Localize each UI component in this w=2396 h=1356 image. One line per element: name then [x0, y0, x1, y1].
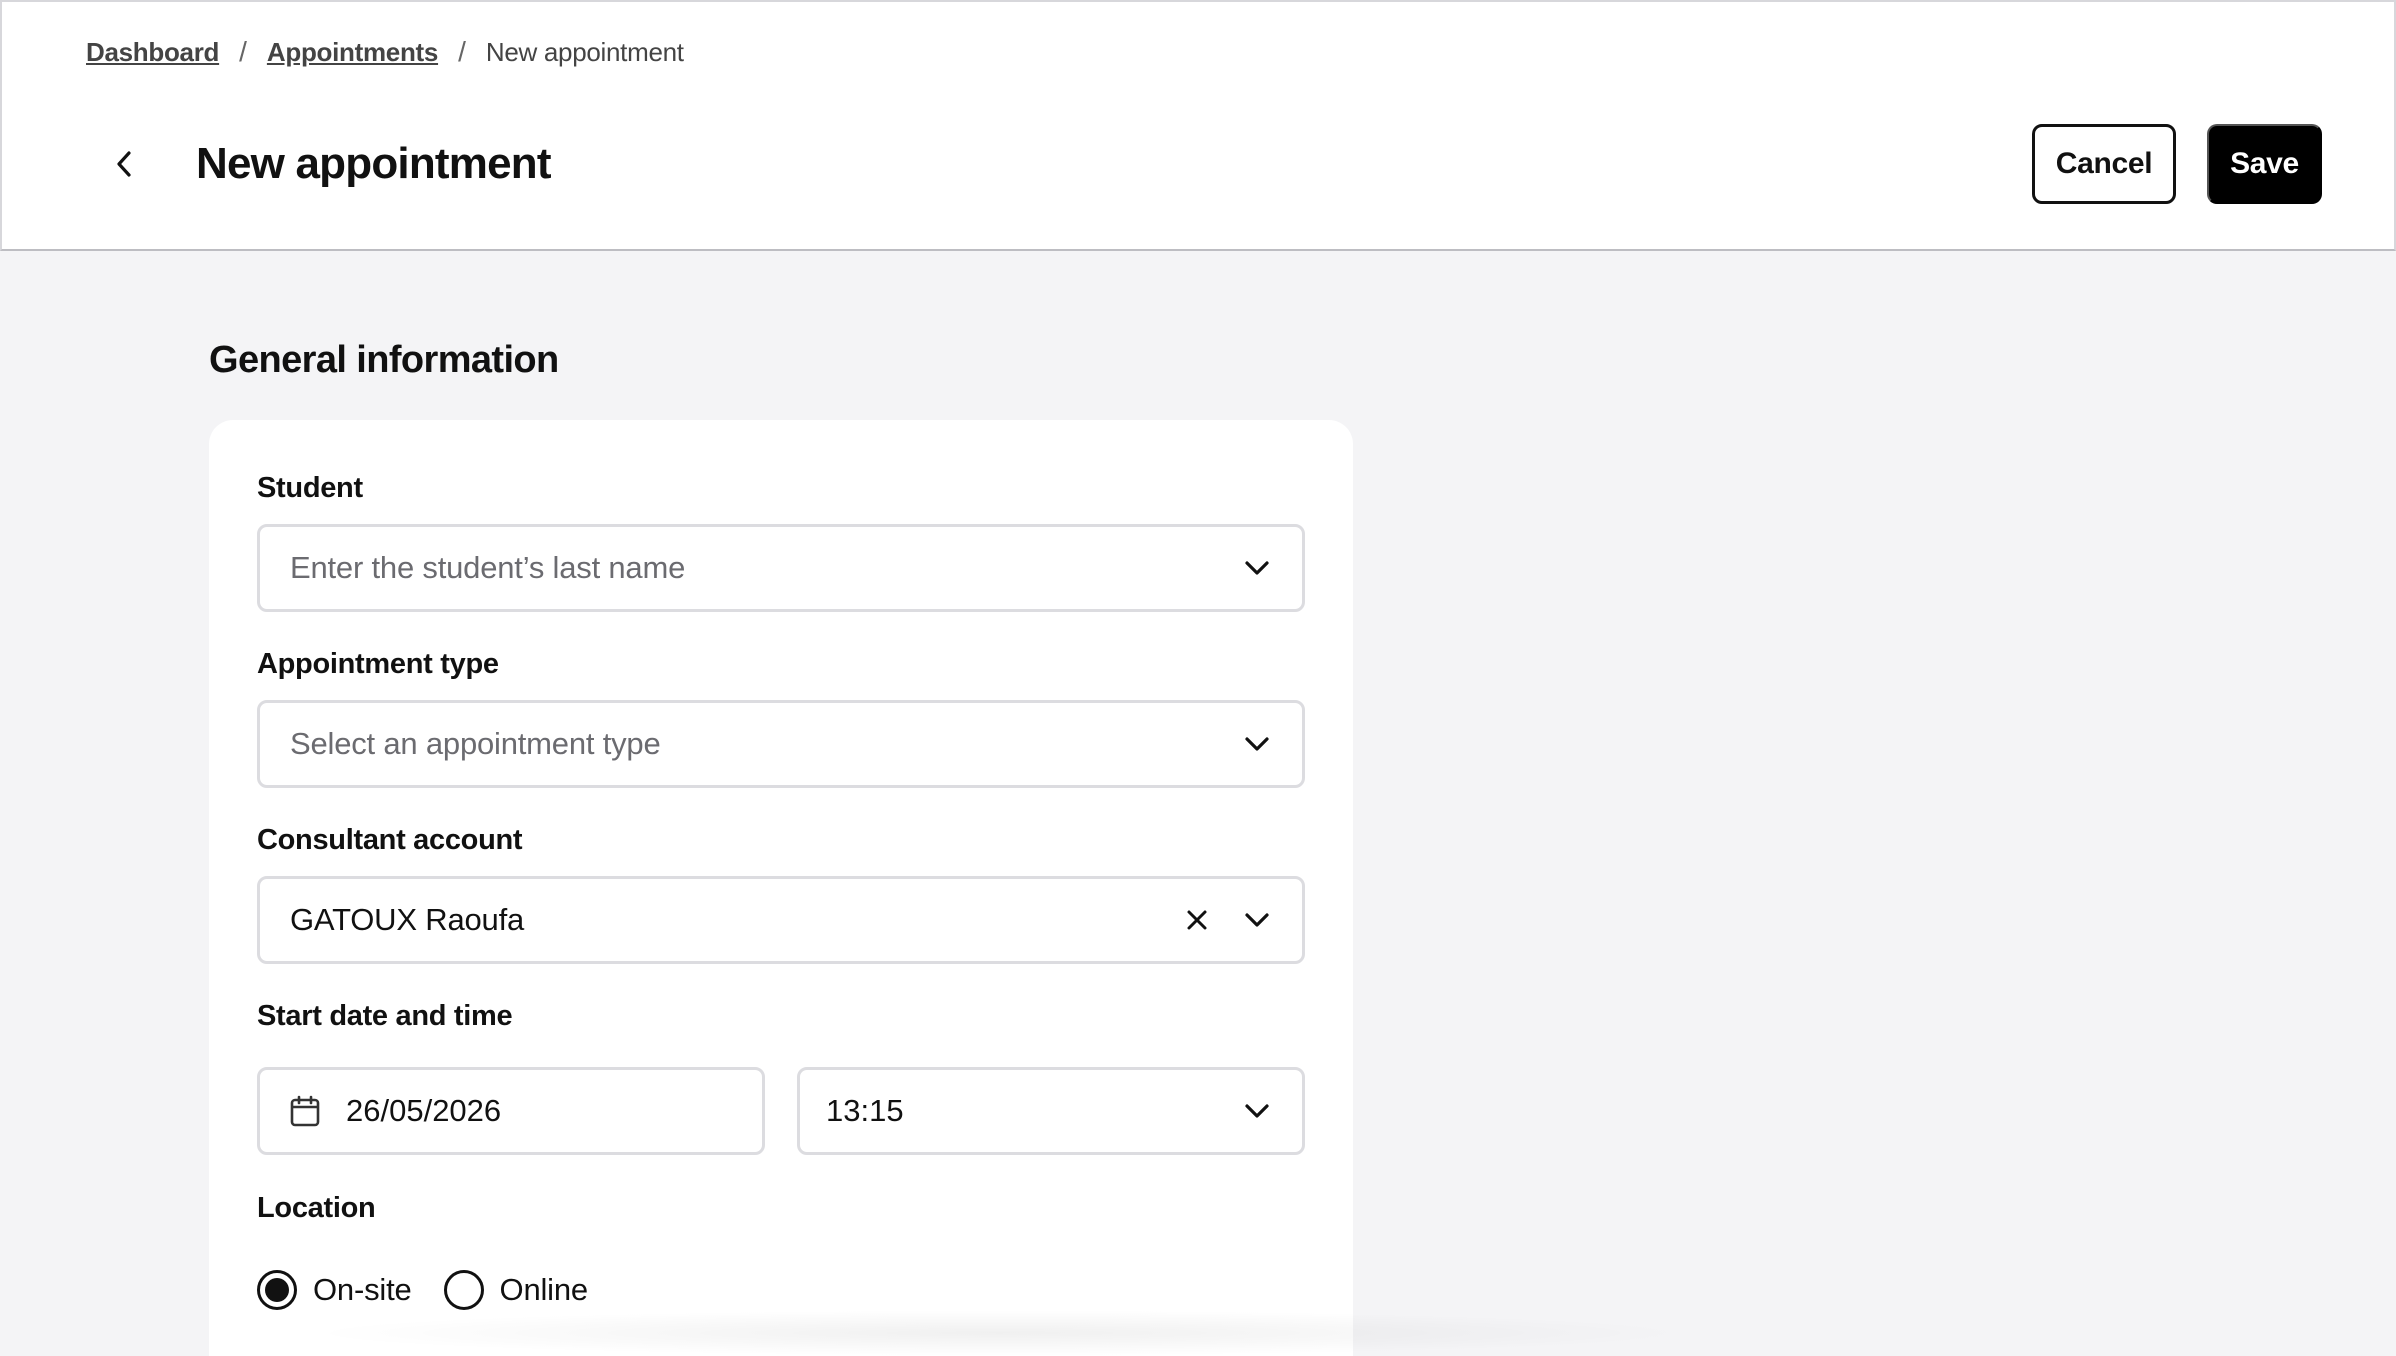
- student-label: Student: [257, 472, 363, 504]
- chevron-down-icon: [1242, 734, 1272, 754]
- radio-label: On-site: [313, 1272, 412, 1307]
- radio-online[interactable]: Online: [443, 1270, 589, 1310]
- radio-unselected-icon: [443, 1270, 484, 1310]
- location-radio-group: On-site Online: [257, 1270, 620, 1310]
- top-bar: Dashboard / Appointments / New appointme…: [0, 0, 2396, 251]
- breadcrumb-separator: /: [239, 36, 247, 67]
- breadcrumb-separator: /: [458, 36, 466, 67]
- breadcrumb-dashboard[interactable]: Dashboard: [86, 37, 219, 68]
- save-button[interactable]: Save: [2207, 124, 2322, 204]
- radio-selected-icon: [257, 1270, 297, 1310]
- appointment-type-label: Appointment type: [257, 648, 499, 680]
- student-placeholder: Enter the student’s last name: [290, 550, 686, 585]
- back-button[interactable]: [102, 142, 146, 186]
- calendar-icon: [290, 1094, 322, 1128]
- time-select[interactable]: 13:15: [797, 1067, 1305, 1155]
- breadcrumb: Dashboard / Appointments / New appointme…: [86, 34, 684, 70]
- time-value: 13:15: [826, 1093, 904, 1128]
- chevron-down-icon: [1242, 910, 1272, 930]
- appointment-type-select[interactable]: Select an appointment type: [257, 700, 1305, 788]
- consultant-label: Consultant account: [257, 824, 523, 856]
- radio-on-site[interactable]: On-site: [257, 1270, 412, 1310]
- consultant-value: GATOUX Raoufa: [290, 902, 525, 937]
- chevron-left-icon: [117, 151, 131, 177]
- start-date-time-label: Start date and time: [257, 1000, 513, 1032]
- appointment-type-placeholder: Select an appointment type: [290, 726, 661, 761]
- location-label: Location: [257, 1192, 376, 1224]
- cancel-button[interactable]: Cancel: [2032, 124, 2176, 204]
- page-title: New appointment: [196, 139, 551, 188]
- breadcrumb-appointments[interactable]: Appointments: [267, 37, 438, 68]
- clear-icon[interactable]: [1184, 907, 1210, 933]
- student-select[interactable]: Enter the student’s last name: [257, 524, 1305, 612]
- breadcrumb-current: New appointment: [485, 36, 684, 67]
- consultant-select[interactable]: GATOUX Raoufa: [257, 876, 1305, 964]
- date-value: 26/05/2026: [346, 1093, 502, 1128]
- chevron-down-icon: [1242, 558, 1272, 578]
- chevron-down-icon: [1242, 1101, 1272, 1121]
- date-input[interactable]: 26/05/2026: [257, 1067, 765, 1155]
- section-title: General information: [209, 339, 559, 381]
- radio-label: Online: [499, 1272, 589, 1307]
